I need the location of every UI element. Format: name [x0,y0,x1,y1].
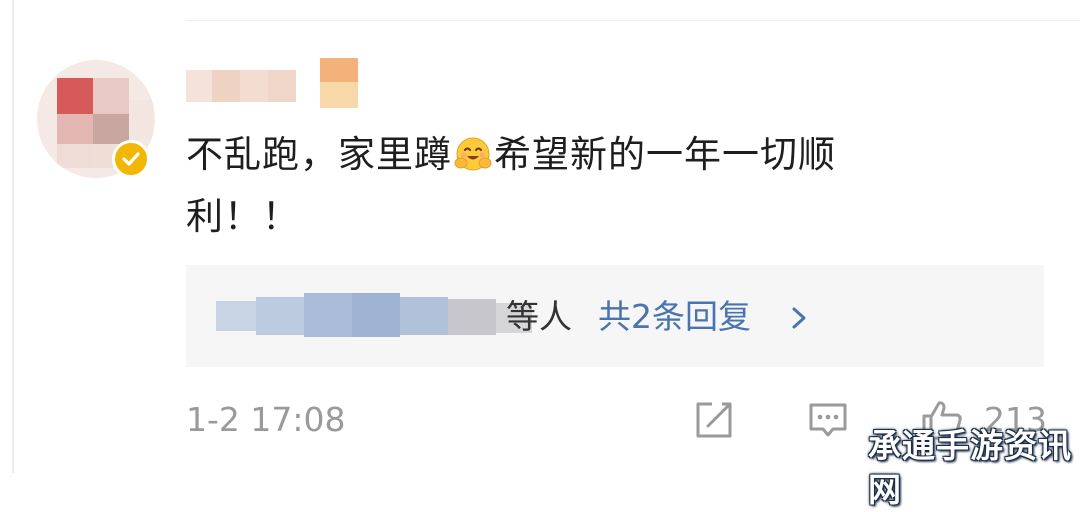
share-icon[interactable] [692,398,736,442]
smiling-face-with-open-hands-icon [454,137,492,171]
username-blur-block [320,58,358,82]
username-blur-block [186,70,212,102]
avatar-pixel-block [93,78,129,114]
username-blur-block [212,70,240,102]
comment-text-part2: 希望新的一年一切顺 [494,133,836,176]
username-blurred[interactable] [186,58,366,110]
comment-text: 不乱跑，家里蹲 希望新的一年一切顺利！！ [186,124,986,248]
avatar-pixel-block [57,144,93,168]
site-watermark: 承通手游资讯网 [868,426,1072,509]
avatar-pixel-block [129,100,153,140]
reply-names-blurred [216,287,536,345]
reply-blur-block [256,297,304,335]
top-divider [186,20,1080,21]
chevron-right-icon [792,307,806,329]
reply-blur-block [400,297,448,335]
reply-blur-block [304,293,352,337]
comment-timestamp: 1-2 17:08 [186,400,346,439]
username-blur-block [320,82,358,108]
verified-badge-icon [112,140,150,178]
comment-text-part1: 不乱跑，家里蹲 [186,133,452,176]
avatar-pixel-block [93,114,129,144]
reply-blur-block [448,299,496,335]
comment-icon[interactable] [806,398,850,442]
avatar-pixel-block [57,114,93,144]
reply-blur-block [216,301,256,331]
reply-blur-block [352,293,400,337]
username-blur-block [268,70,296,102]
username-blur-block [240,70,268,102]
comment-text-line2: 利！！ [186,195,300,238]
left-divider [12,0,14,473]
comment-card: 不乱跑，家里蹲 希望新的一年一切顺 利！！ 等人 共2条回复 1-2 17:08… [0,0,1080,509]
reply-names-suffix: 等人 [506,297,572,336]
avatar-pixel-block [57,78,93,114]
reply-count-link[interactable]: 共2条回复 [598,295,751,339]
reply-preview[interactable]: 等人 共2条回复 [186,265,1044,367]
